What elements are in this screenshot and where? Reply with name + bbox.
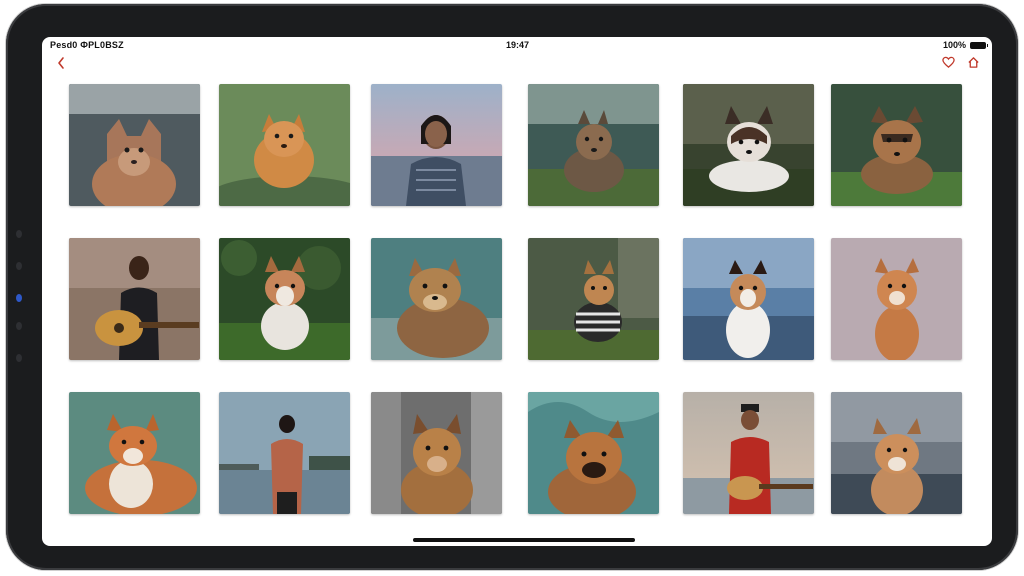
photo-tile[interactable] — [683, 84, 814, 206]
photo-tile[interactable] — [371, 84, 502, 206]
photo-tile[interactable] — [69, 392, 200, 514]
sensor-dot — [16, 262, 22, 270]
sensor-dot — [16, 322, 22, 330]
photo-tile[interactable] — [528, 392, 659, 514]
photo-tile[interactable] — [831, 392, 962, 514]
photo-tile[interactable] — [371, 392, 502, 514]
tablet-frame: Pesd0 ФPL0BSZ 19:47 100% — [6, 4, 1018, 570]
camera-dot — [16, 230, 22, 238]
screen: Pesd0 ФPL0BSZ 19:47 100% — [42, 37, 992, 546]
home-indicator[interactable] — [413, 538, 635, 542]
photo-tile[interactable] — [831, 84, 962, 206]
photo-tile[interactable] — [371, 238, 502, 360]
photo-tile[interactable] — [528, 238, 659, 360]
photo-tile[interactable] — [69, 84, 200, 206]
photo-tile[interactable] — [219, 238, 350, 360]
photo-tile[interactable] — [831, 238, 962, 360]
photo-tile[interactable] — [219, 392, 350, 514]
photo-tile[interactable] — [219, 84, 350, 206]
photo-tile[interactable] — [683, 392, 814, 514]
photo-tile[interactable] — [69, 238, 200, 360]
photo-tile[interactable] — [528, 84, 659, 206]
sensor-dot — [16, 354, 22, 362]
photo-tile[interactable] — [683, 238, 814, 360]
photo-grid — [42, 37, 992, 546]
indicator-dot — [16, 294, 22, 302]
